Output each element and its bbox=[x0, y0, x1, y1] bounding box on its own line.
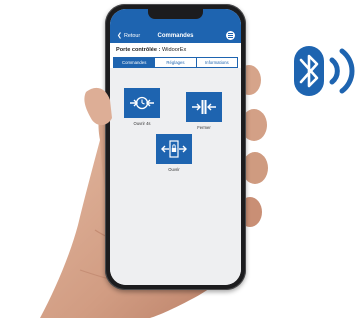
door-close-icon bbox=[192, 100, 216, 114]
command-label: Fermer bbox=[197, 125, 211, 130]
door-unlock-icon bbox=[161, 140, 187, 158]
phone-notch bbox=[148, 9, 203, 19]
menu-icon[interactable] bbox=[226, 31, 235, 40]
device-label: Porte contrôlée : bbox=[116, 47, 161, 53]
tab-informations[interactable]: Informations bbox=[195, 58, 237, 67]
scene: ❮ Retour Commandes Porte contrôlée : Wid… bbox=[0, 0, 363, 318]
command-open-4s-button[interactable]: Ouvrir 4s bbox=[124, 88, 160, 126]
tab-reglages[interactable]: Réglages bbox=[154, 58, 196, 67]
phone: ❮ Retour Commandes Porte contrôlée : Wid… bbox=[105, 4, 246, 290]
command-label: Ouvrir bbox=[168, 167, 180, 172]
tab-bar: Commandes Réglages Informations bbox=[113, 57, 238, 68]
door-open-timer-icon bbox=[130, 96, 154, 110]
command-open-button[interactable]: Ouvrir bbox=[156, 134, 192, 172]
command-tile bbox=[124, 88, 160, 118]
device-name: WidoorEx bbox=[162, 47, 187, 53]
commands-panel: Ouvrir 4s Fermer Ouvrir bbox=[110, 68, 241, 285]
device-line: Porte contrôlée : WidoorEx bbox=[116, 47, 186, 53]
bluetooth-icon bbox=[294, 46, 355, 96]
phone-screen: ❮ Retour Commandes Porte contrôlée : Wid… bbox=[110, 9, 241, 285]
page-title: Commandes bbox=[157, 33, 194, 39]
command-tile bbox=[156, 134, 192, 164]
command-close-button[interactable]: Fermer bbox=[186, 92, 222, 130]
command-tile bbox=[186, 92, 222, 122]
tab-commandes[interactable]: Commandes bbox=[114, 58, 155, 67]
command-label: Ouvrir 4s bbox=[133, 121, 151, 126]
